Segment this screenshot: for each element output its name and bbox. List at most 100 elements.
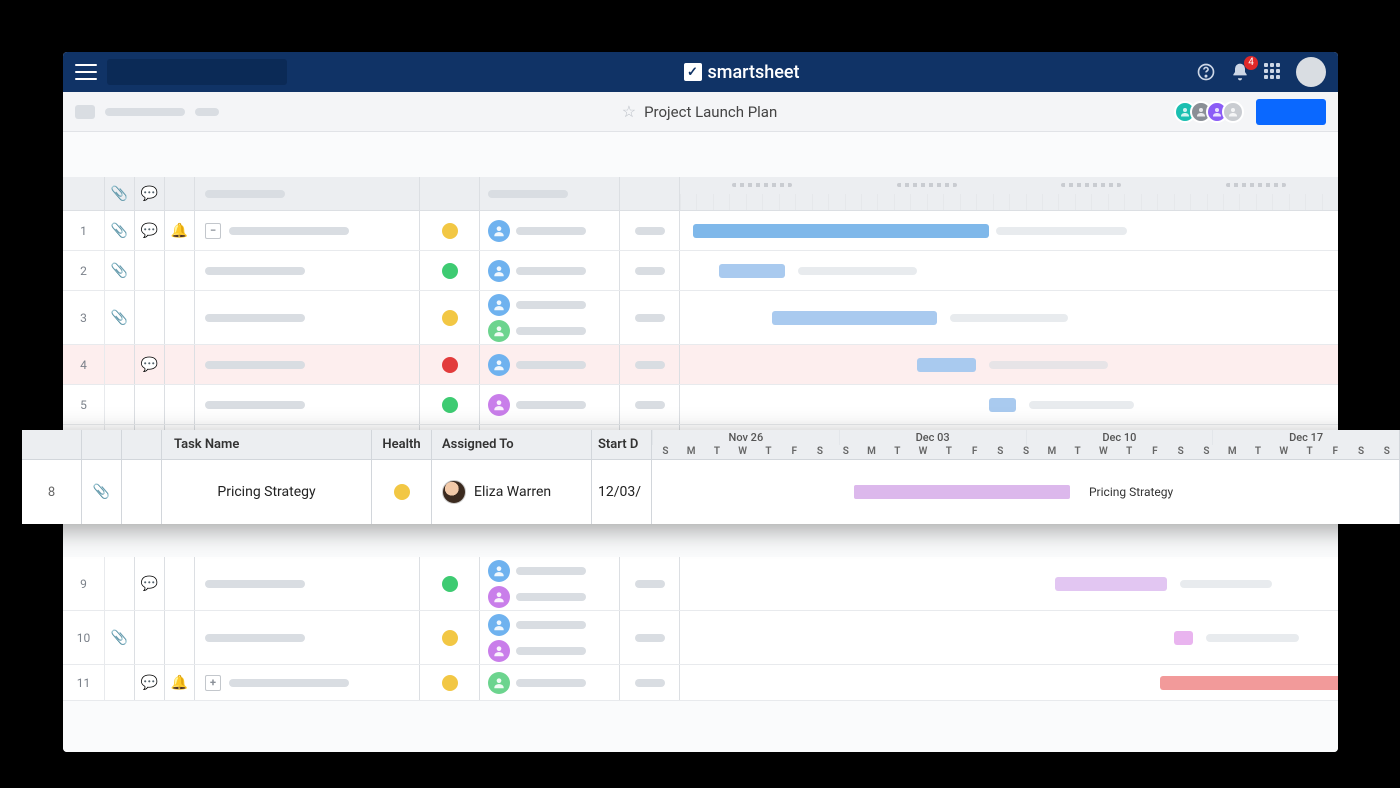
focus-row[interactable]: 8 📎 Pricing Strategy Eliza Warren 12/03/… xyxy=(22,460,1400,524)
gantt-bar[interactable] xyxy=(1055,577,1167,591)
table-row[interactable]: 10 📎 xyxy=(63,611,1338,665)
col-header-health[interactable]: Health xyxy=(372,430,432,459)
assignee-chip xyxy=(488,640,611,662)
week-label: Nov 26 xyxy=(652,430,839,445)
search-input[interactable] xyxy=(107,59,287,85)
day-label: T xyxy=(1245,445,1271,460)
col-header-start[interactable]: Start D xyxy=(592,430,652,459)
comment-icon[interactable]: 💬 xyxy=(141,357,158,373)
gantt-bar[interactable] xyxy=(917,358,976,372)
table-row[interactable]: 9💬 xyxy=(63,557,1338,611)
table-row[interactable]: 1 📎 💬 🔔 − xyxy=(63,211,1338,251)
col-header-assigned[interactable]: Assigned To xyxy=(432,430,592,459)
day-label: T xyxy=(1064,445,1090,460)
day-label: T xyxy=(755,445,781,460)
day-label: W xyxy=(910,445,936,460)
sheet-title: Project Launch Plan xyxy=(644,103,777,121)
apps-icon[interactable] xyxy=(1264,63,1282,81)
grid-header: 📎 💬 xyxy=(63,177,1338,211)
help-icon[interactable] xyxy=(1196,62,1216,82)
topbar: ✓ smartsheet 4 xyxy=(63,52,1338,92)
table-row[interactable]: 3📎 xyxy=(63,291,1338,345)
day-label: T xyxy=(935,445,961,460)
row-number: 4 xyxy=(63,345,105,384)
health-indicator xyxy=(442,630,458,646)
assignee-chip xyxy=(488,320,611,342)
share-button[interactable] xyxy=(1256,99,1326,125)
brand: ✓ smartsheet xyxy=(297,62,1186,83)
top-actions: 4 xyxy=(1196,57,1326,87)
health-indicator xyxy=(442,310,458,326)
task-name-cell[interactable]: Pricing Strategy xyxy=(162,460,372,524)
day-label: S xyxy=(832,445,858,460)
day-label: F xyxy=(961,445,987,460)
gantt-bar[interactable] xyxy=(989,398,1015,412)
comment-icon[interactable]: 💬 xyxy=(141,675,158,691)
table-row[interactable]: 11 💬 🔔 + xyxy=(63,665,1338,701)
gantt-bar-label: Pricing Strategy xyxy=(1089,485,1173,499)
table-row[interactable]: 4💬 xyxy=(63,345,1338,385)
attachment-header-icon: 📎 xyxy=(111,186,128,202)
gantt-bar[interactable] xyxy=(772,311,937,325)
row-number: 8 xyxy=(22,460,82,524)
day-label: S xyxy=(652,445,678,460)
focus-row-overlay: Task Name Health Assigned To Start D Nov… xyxy=(22,430,1400,524)
presence-stack[interactable] xyxy=(1180,101,1244,123)
gantt-bar[interactable] xyxy=(1174,631,1194,645)
expand-icon[interactable]: + xyxy=(205,675,221,691)
notifications-icon[interactable]: 4 xyxy=(1230,62,1250,82)
table-row[interactable]: 5 xyxy=(63,385,1338,425)
row-number: 9 xyxy=(63,557,105,610)
day-label: F xyxy=(1142,445,1168,460)
collapse-icon[interactable]: − xyxy=(205,223,221,239)
comment-icon[interactable]: 💬 xyxy=(141,223,158,239)
gantt-bar[interactable] xyxy=(1160,676,1338,690)
menu-icon[interactable] xyxy=(75,64,97,80)
day-label: S xyxy=(807,445,833,460)
day-label: S xyxy=(1167,445,1193,460)
gantt-bar[interactable] xyxy=(854,485,1071,499)
table-row[interactable]: 2📎 xyxy=(63,251,1338,291)
day-label: M xyxy=(678,445,704,460)
row-number: 3 xyxy=(63,291,105,344)
row-number: 10 xyxy=(63,611,105,664)
day-label: T xyxy=(1116,445,1142,460)
health-indicator xyxy=(442,576,458,592)
day-label: M xyxy=(858,445,884,460)
assignee-chip xyxy=(488,220,611,242)
day-label: W xyxy=(729,445,755,460)
attachment-icon[interactable]: 📎 xyxy=(111,310,128,326)
attachment-icon[interactable]: 📎 xyxy=(111,630,128,646)
gantt-bar[interactable] xyxy=(719,264,785,278)
day-label: F xyxy=(781,445,807,460)
comment-icon[interactable]: 💬 xyxy=(141,576,158,592)
profile-avatar[interactable] xyxy=(1296,57,1326,87)
day-label: F xyxy=(1322,445,1348,460)
favorite-star-icon[interactable]: ☆ xyxy=(622,102,636,121)
day-label: S xyxy=(1373,445,1399,460)
assignee-chip xyxy=(488,672,611,694)
gantt-bar[interactable] xyxy=(693,224,989,238)
week-label: Dec 17 xyxy=(1212,430,1399,445)
row-number: 2 xyxy=(63,251,105,290)
assignee-chip xyxy=(488,586,611,608)
app-window: ✓ smartsheet 4 ☆ Project Launch Plan xyxy=(63,52,1338,752)
health-indicator xyxy=(442,397,458,413)
attachment-icon[interactable]: 📎 xyxy=(93,484,110,500)
reminder-icon[interactable]: 🔔 xyxy=(171,675,188,691)
notification-badge: 4 xyxy=(1244,56,1258,70)
assignee-chip xyxy=(488,294,611,316)
brand-logo-icon: ✓ xyxy=(684,63,702,81)
gantt-cell[interactable]: Pricing Strategy xyxy=(652,460,1400,524)
col-header-task[interactable]: Task Name xyxy=(162,430,372,459)
health-indicator xyxy=(442,675,458,691)
attachment-icon[interactable]: 📎 xyxy=(111,263,128,279)
attachment-icon[interactable]: 📎 xyxy=(111,223,128,239)
start-date-cell[interactable]: 12/03/ xyxy=(592,460,652,524)
assigned-to-cell[interactable]: Eliza Warren xyxy=(432,460,592,524)
row-number: 1 xyxy=(63,211,105,250)
day-label: S xyxy=(1193,445,1219,460)
assignee-chip xyxy=(488,614,611,636)
reminder-icon[interactable]: 🔔 xyxy=(171,223,188,239)
row-number: 11 xyxy=(63,665,105,700)
